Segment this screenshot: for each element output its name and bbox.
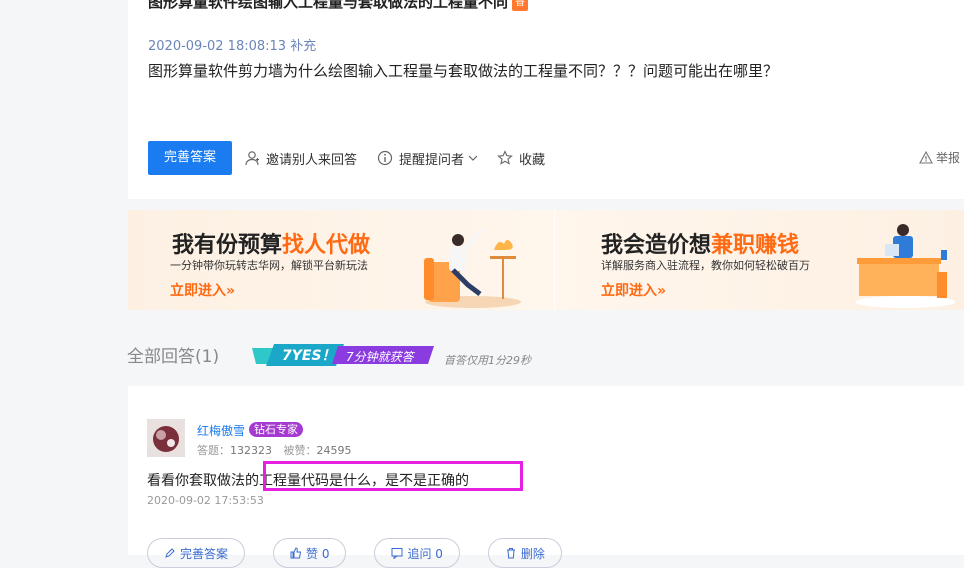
user-icon: [245, 151, 260, 166]
complete-answer-pill-label: 完善答案: [180, 546, 229, 561]
chevron-down-icon: [468, 155, 478, 161]
banner-right-cta[interactable]: 立即进入»: [601, 280, 666, 300]
question-meta: 2020-09-02 18:08:13 补充: [148, 39, 317, 54]
chat-icon: [391, 548, 403, 559]
avatar[interactable]: [147, 419, 185, 457]
invite-button[interactable]: 邀请别人来回答: [244, 149, 357, 168]
info-icon: [377, 150, 393, 166]
highlight-box: [263, 461, 523, 491]
answer-actions: 完善答案 赞 0 追问 0 删除: [147, 538, 590, 568]
banner-left-subtitle: 一分钟带你玩转志华网，解锁平台新玩法: [170, 259, 368, 272]
delete-label: 删除: [520, 546, 545, 561]
badge-text-a: 7YES！: [282, 348, 336, 364]
question-tag: 香: [512, 0, 529, 11]
collect-label: 收藏: [519, 152, 546, 168]
warning-icon: [919, 151, 933, 164]
complete-answer-pill[interactable]: 完善答案: [147, 538, 246, 568]
banner-right-subtitle: 详解服务商入驻流程，教你如何轻松破百万: [601, 259, 810, 272]
avatar-image: [147, 419, 185, 457]
report-button[interactable]: 举报: [919, 149, 960, 166]
follow-up-label: 追问 0: [407, 546, 443, 561]
likes-label: 被赞：: [283, 444, 317, 457]
remind-label: 提醒提问者: [399, 152, 465, 168]
like-label: 赞 0: [306, 546, 330, 561]
fast-answer-badge: 7YES！ 7分钟就获答: [252, 342, 452, 368]
complete-answer-button[interactable]: 完善答案: [148, 141, 233, 175]
edit-icon: [165, 548, 175, 558]
report-label: 举报: [935, 151, 960, 165]
delete-button[interactable]: 删除: [487, 538, 562, 568]
trash-icon: [506, 548, 515, 559]
expert-badge: 钻石专家: [249, 422, 303, 437]
like-button[interactable]: 赞 0: [273, 538, 347, 568]
question-card: 图形算量软件绘图输入工程量与套取做法的工程量不同香 2020-09-02 18:…: [128, 0, 964, 199]
banner-left-cta[interactable]: 立即进入»: [170, 280, 235, 300]
answers-count: 132323: [230, 444, 272, 457]
question-actions: 完善答案 邀请别人来回答 提醒提问者 收藏: [148, 141, 545, 175]
illustration-person-desk: [855, 224, 955, 308]
answers-label: 答题：: [197, 444, 230, 457]
star-icon: [497, 150, 513, 165]
thumbs-up-icon: [290, 547, 302, 559]
banner-left-title: 我有份预算找人代做: [172, 233, 371, 258]
first-answer-note: 首答仅用1分29秒: [444, 354, 531, 367]
invite-label: 邀请别人来回答: [266, 152, 358, 168]
remind-button[interactable]: 提醒提问者: [377, 149, 485, 168]
follow-up-button[interactable]: 追问 0: [374, 538, 460, 568]
badge-text-b: 7分钟就获答: [346, 350, 414, 364]
promo-banner: 我有份预算找人代做 一分钟带你玩转志华网，解锁平台新玩法 立即进入» 我会造价想…: [128, 210, 964, 310]
all-answers-heading: 全部回答(1): [127, 347, 220, 367]
likes-count: 24595: [316, 444, 352, 457]
answer-date: 2020-09-02 17:53:53: [147, 494, 264, 507]
question-body: 图形算量软件剪力墙为什么绘图输入工程量与套取做法的工程量不同？？？问题可能出在哪…: [148, 62, 779, 80]
question-title: 图形算量软件绘图输入工程量与套取做法的工程量不同香: [148, 0, 529, 11]
illustration-person-pointing: [424, 228, 521, 308]
banner-parttime[interactable]: 我会造价想兼职赚钱 详解服务商入驻流程，教你如何轻松破百万 立即进入»: [555, 210, 964, 310]
collect-button[interactable]: 收藏: [497, 149, 545, 168]
answerer-stats: 答题：132323 被赞：24595: [197, 442, 352, 458]
banner-right-title: 我会造价想兼职赚钱: [601, 233, 800, 258]
answerer-name[interactable]: 红梅傲雪: [197, 422, 245, 439]
banner-outsource[interactable]: 我有份预算找人代做 一分钟带你玩转志华网，解锁平台新玩法 立即进入»: [128, 210, 554, 310]
answer-card: 红梅傲雪 钻石专家 答题：132323 被赞：24595 看看你套取做法的工程量…: [128, 386, 964, 568]
